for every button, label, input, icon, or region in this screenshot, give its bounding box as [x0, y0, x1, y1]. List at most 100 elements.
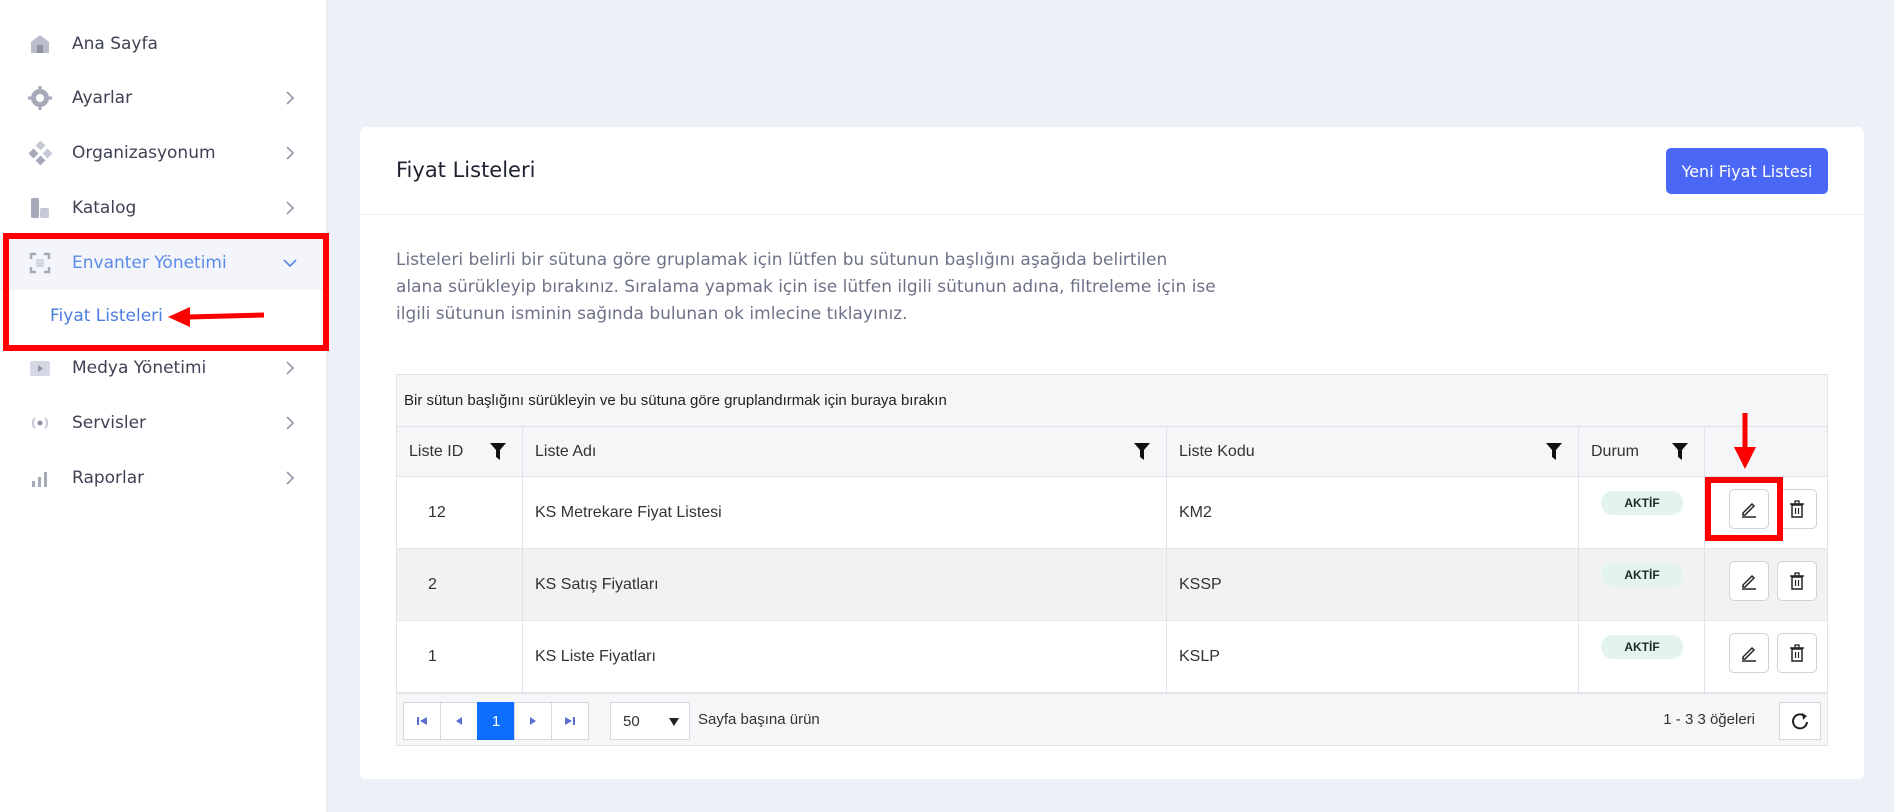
table-row: 1 KS Liste Fiyatları KSLP AKTİF — [397, 621, 1827, 693]
previous-page-icon — [456, 717, 462, 725]
sidebar-item-label: Envanter Yönetimi — [72, 253, 227, 273]
column-header-actions — [1705, 427, 1827, 477]
edit-button[interactable] — [1729, 633, 1769, 673]
status-badge: AKTİF — [1601, 563, 1683, 587]
column-header-liste-adi[interactable]: Liste Adı — [523, 427, 1167, 477]
column-header-label: Liste Kodu — [1179, 443, 1255, 460]
delete-button[interactable] — [1777, 561, 1817, 601]
sidebar-item-label: Servisler — [72, 413, 147, 433]
sidebar-item-medya-yonetimi[interactable]: Medya Yönetimi — [0, 341, 327, 395]
filter-icon[interactable] — [1672, 443, 1688, 460]
chevron-right-icon — [283, 361, 297, 375]
sidebar-item-label: Katalog — [72, 198, 137, 218]
chevron-down-icon — [283, 256, 297, 270]
filter-icon[interactable] — [1134, 443, 1150, 460]
last-page-icon — [565, 717, 575, 725]
organization-icon — [27, 140, 53, 166]
sidebar-item-katalog[interactable]: Katalog — [0, 181, 327, 235]
table-row: 12 KS Metrekare Fiyat Listesi KM2 AKTİF — [397, 477, 1827, 549]
edit-button[interactable] — [1729, 561, 1769, 601]
sidebar-subitem-fiyat-listeleri[interactable]: Fiyat Listeleri — [0, 291, 327, 341]
gear-icon — [27, 85, 53, 111]
page-title: Fiyat Listeleri — [396, 158, 536, 182]
sidebar-item-label: Raporlar — [72, 468, 145, 488]
column-header-durum[interactable]: Durum — [1579, 427, 1705, 477]
table-row: 2 KS Satış Fiyatları KSSP AKTİF — [397, 549, 1827, 621]
sidebar-item-label: Medya Yönetimi — [72, 358, 207, 378]
pager: 1 50 Sayfa başına ürün 1 - 3 3 öğeleri — [397, 693, 1827, 745]
status-badge: AKTİF — [1601, 491, 1683, 515]
cell-liste-adi: KS Satış Fiyatları — [523, 549, 1167, 621]
sidebar-item-label: Ana Sayfa — [72, 34, 158, 54]
group-panel[interactable]: Bir sütun başlığını sürükleyin ve bu süt… — [397, 375, 1827, 427]
inventory-icon — [27, 250, 53, 276]
reports-icon — [27, 465, 53, 491]
price-lists-grid: Bir sütun başlığını sürükleyin ve bu süt… — [396, 374, 1828, 746]
pager-info: 1 - 3 3 öğeleri — [1663, 711, 1755, 728]
services-icon — [27, 410, 53, 436]
new-price-list-button[interactable]: Yeni Fiyat Listesi — [1666, 148, 1828, 194]
page-button-current[interactable]: 1 — [477, 702, 515, 740]
page-size-label: Sayfa başına ürün — [698, 711, 820, 728]
cell-actions — [1705, 549, 1827, 621]
cell-liste-adi: KS Liste Fiyatları — [523, 621, 1167, 693]
filter-icon[interactable] — [490, 443, 506, 460]
sidebar-item-servisler[interactable]: Servisler — [0, 396, 327, 450]
caret-down-icon — [669, 718, 679, 726]
first-page-icon — [417, 717, 427, 725]
sidebar-item-label: Ayarlar — [72, 88, 133, 108]
next-page-icon — [530, 717, 536, 725]
chevron-right-icon — [283, 201, 297, 215]
delete-button[interactable] — [1777, 633, 1817, 673]
column-header-liste-kodu[interactable]: Liste Kodu — [1167, 427, 1579, 477]
cell-liste-kodu: KSLP — [1167, 621, 1579, 693]
cell-liste-kodu: KSSP — [1167, 549, 1579, 621]
trash-icon — [1790, 572, 1804, 590]
cell-durum: AKTİF — [1579, 549, 1705, 621]
sidebar-item-organizasyonum[interactable]: Organizasyonum — [0, 126, 327, 180]
status-badge: AKTİF — [1601, 635, 1683, 659]
cell-liste-id: 12 — [397, 477, 523, 549]
pencil-icon — [1742, 646, 1756, 662]
edit-button[interactable] — [1729, 489, 1769, 529]
first-page-button[interactable] — [403, 702, 441, 740]
chevron-right-icon — [283, 471, 297, 485]
cell-liste-id: 1 — [397, 621, 523, 693]
pencil-icon — [1742, 502, 1756, 518]
sidebar-item-envanter-yonetimi[interactable]: Envanter Yönetimi — [0, 236, 327, 290]
sidebar-item-ayarlar[interactable]: Ayarlar — [0, 71, 327, 125]
cell-actions — [1705, 621, 1827, 693]
sidebar-item-raporlar[interactable]: Raporlar — [0, 451, 327, 505]
card-header: Fiyat Listeleri Yeni Fiyat Listesi — [360, 127, 1864, 215]
filter-icon[interactable] — [1546, 443, 1562, 460]
cell-liste-id: 2 — [397, 549, 523, 621]
column-header-label: Liste Adı — [535, 443, 597, 460]
column-header-label: Liste ID — [409, 443, 464, 460]
sidebar-item-ana-sayfa[interactable]: Ana Sayfa — [0, 17, 327, 71]
refresh-icon — [1792, 713, 1808, 730]
column-header-liste-id[interactable]: Liste ID — [397, 427, 523, 477]
trash-icon — [1790, 500, 1804, 518]
last-page-button[interactable] — [551, 702, 589, 740]
home-icon — [27, 31, 53, 57]
catalog-icon — [27, 195, 53, 221]
page-description: Listeleri belirli bir sütuna göre grupla… — [396, 250, 1216, 324]
column-header-label: Durum — [1591, 443, 1640, 460]
sidebar-item-label: Organizasyonum — [72, 143, 216, 163]
cell-liste-kodu: KM2 — [1167, 477, 1579, 549]
media-icon — [27, 355, 53, 381]
chevron-right-icon — [283, 416, 297, 430]
page-size-select[interactable]: 50 — [610, 702, 690, 740]
refresh-button[interactable] — [1779, 702, 1821, 740]
sidebar-subitem-label: Fiyat Listeleri — [50, 306, 163, 326]
previous-page-button[interactable] — [440, 702, 478, 740]
cell-liste-adi: KS Metrekare Fiyat Listesi — [523, 477, 1167, 549]
price-lists-card: Fiyat Listeleri Yeni Fiyat Listesi Liste… — [360, 127, 1864, 779]
next-page-button[interactable] — [514, 702, 552, 740]
pencil-icon — [1742, 574, 1756, 590]
cell-durum: AKTİF — [1579, 621, 1705, 693]
delete-button[interactable] — [1777, 489, 1817, 529]
table-header: Liste ID Liste Adı Liste Kodu Durum — [397, 427, 1827, 477]
trash-icon — [1790, 644, 1804, 662]
page-size-value: 50 — [623, 712, 640, 730]
